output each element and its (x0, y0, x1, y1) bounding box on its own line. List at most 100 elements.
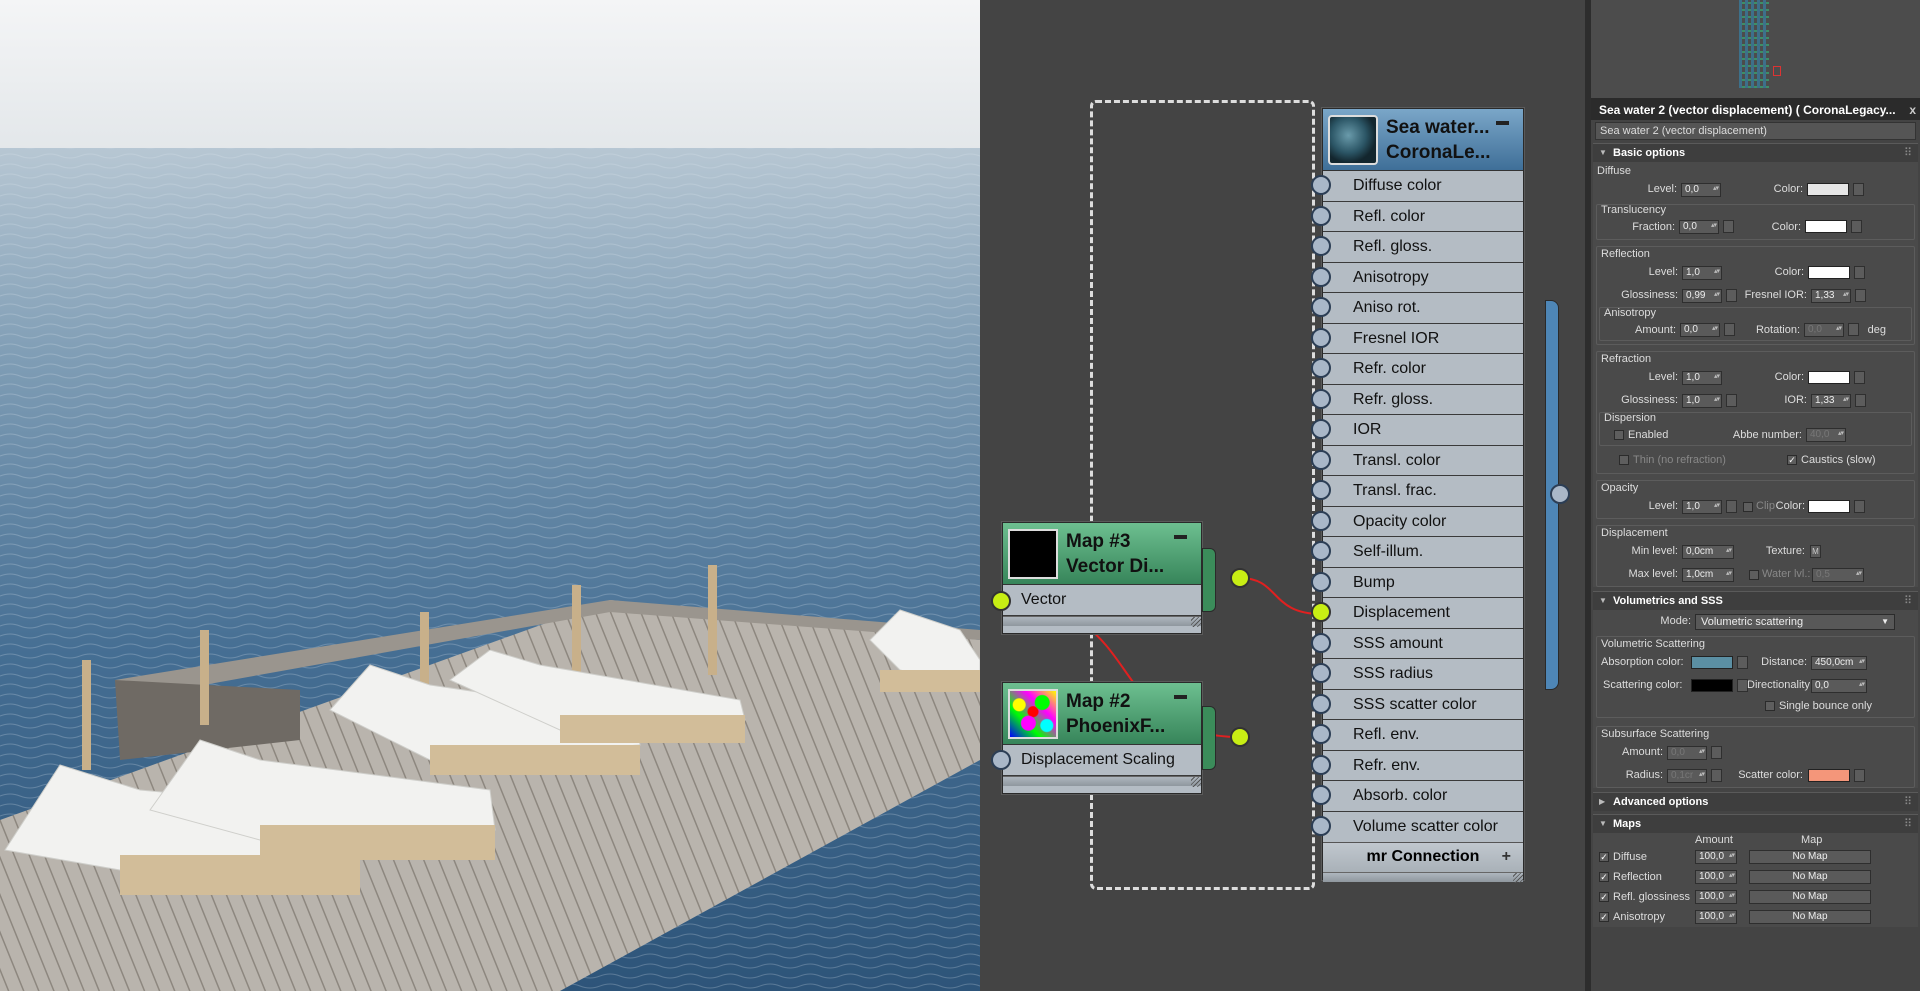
map-amount-spinner[interactable]: 100,0 (1695, 890, 1737, 904)
map3-slot-vector[interactable]: Vector (1003, 585, 1201, 616)
collapse-icon[interactable] (1174, 535, 1187, 539)
sea-node-output-socket[interactable] (1550, 484, 1570, 504)
absorption-distance-spinner[interactable]: 450,0cm (1811, 656, 1867, 670)
sea-slot-ior[interactable]: IOR (1311, 415, 1523, 446)
single-bounce-checkbox[interactable] (1765, 701, 1775, 711)
translucency-fraction-spinner[interactable]: 0,0 (1679, 220, 1719, 234)
sss-amount-map-button[interactable] (1711, 746, 1722, 759)
sea-slot-sss-amount[interactable]: SSS amount (1311, 629, 1523, 659)
map-enable-checkbox[interactable]: ✓ (1599, 852, 1609, 862)
rollout-header-maps[interactable]: Maps⠿ (1593, 815, 1918, 833)
map3-vector-displacement-node[interactable]: Map #3 Vector Di... Vector (1002, 522, 1202, 634)
opacity-color-swatch[interactable] (1808, 500, 1850, 513)
refraction-glossiness-spinner[interactable]: 1,0 (1682, 394, 1722, 408)
reflection-level-spinner[interactable]: 1,0 (1682, 266, 1722, 280)
displacement-min-level-spinner[interactable]: 0,0cm (1682, 545, 1734, 559)
input-socket[interactable] (1311, 236, 1331, 256)
collapse-icon[interactable] (1496, 121, 1509, 125)
sea-slot-transl-color[interactable]: Transl. color (1311, 446, 1523, 476)
map-enable-checkbox[interactable]: ✓ (1599, 872, 1609, 882)
opacity-color-map-button[interactable] (1854, 500, 1865, 513)
sea-slot-displacement[interactable]: Displacement (1311, 598, 1523, 629)
clip-checkbox[interactable] (1743, 502, 1753, 512)
opacity-level-spinner[interactable]: 1,0 (1682, 500, 1722, 514)
input-socket[interactable] (1311, 754, 1331, 775)
ior-map-button[interactable] (1855, 394, 1866, 407)
anisotropy-rotation-map-button[interactable] (1848, 323, 1859, 336)
rollout-header-advanced-options[interactable]: Advanced options⠿ (1593, 793, 1918, 811)
sea-slot-bump[interactable]: Bump (1311, 568, 1523, 598)
translucency-fraction-map-button[interactable] (1723, 220, 1734, 233)
sea-slot-aniso-rot[interactable]: Aniso rot. (1311, 293, 1523, 324)
map3-output-socket[interactable] (1230, 568, 1250, 588)
input-socket[interactable] (1311, 815, 1331, 836)
reflection-color-map-button[interactable] (1854, 266, 1865, 279)
refraction-ior-spinner[interactable]: 1,33 (1811, 394, 1851, 408)
sea-slot-anisotropy[interactable]: Anisotropy (1311, 263, 1523, 293)
input-socket[interactable] (1311, 693, 1331, 714)
sea-slot-absorb-color[interactable]: Absorb. color (1311, 781, 1523, 812)
diffuse-color-swatch[interactable] (1807, 183, 1849, 196)
sss-amount-spinner[interactable]: 0,0 (1667, 746, 1707, 760)
sea-slot-fresnel-ior[interactable]: Fresnel IOR (1311, 324, 1523, 354)
map2-header[interactable]: Map #2 PhoenixF... (1003, 683, 1201, 745)
slate-node-view[interactable]: Sea water... CoronaLe... Diffuse color Re… (980, 0, 1585, 991)
fresnel-ior-spinner[interactable]: 1,33 (1811, 289, 1851, 303)
map-enable-checkbox[interactable]: ✓ (1599, 912, 1609, 922)
displacement-max-level-spinner[interactable]: 1,0cm (1682, 568, 1734, 582)
displacement-texture-map-button[interactable]: M (1810, 545, 1821, 558)
panel-title-bar[interactable]: Sea water 2 (vector displacement) ( Coro… (1591, 100, 1920, 120)
input-socket[interactable] (1311, 602, 1331, 622)
reflection-gloss-map-button[interactable] (1726, 289, 1737, 302)
sea-slot-sss-radius[interactable]: SSS radius (1311, 659, 1523, 690)
material-parameter-editor[interactable]: Sea water 2 (vector displacement) ( Coro… (1585, 0, 1920, 991)
rollout-header-basic-options[interactable]: Basic options⠿ (1593, 144, 1918, 162)
sss-radius-spinner[interactable]: 0,1cr (1667, 769, 1707, 783)
input-socket[interactable] (1311, 632, 1331, 653)
input-socket[interactable] (1311, 449, 1331, 470)
input-socket[interactable] (1311, 571, 1331, 592)
material-name-field[interactable]: Sea water 2 (vector displacement) (1595, 122, 1916, 140)
expand-plus-icon[interactable]: + (1502, 843, 1511, 871)
anisotropy-amount-spinner[interactable]: 0,0 (1680, 323, 1720, 337)
refraction-level-spinner[interactable]: 1,0 (1682, 371, 1722, 385)
refraction-gloss-map-button[interactable] (1726, 394, 1737, 407)
scattering-color-swatch[interactable] (1691, 679, 1733, 692)
volumetric-mode-dropdown[interactable]: Volumetric scattering (1695, 614, 1895, 630)
input-socket[interactable] (1311, 480, 1331, 500)
refraction-color-swatch[interactable] (1808, 371, 1850, 384)
input-socket[interactable] (1311, 663, 1331, 683)
close-icon[interactable]: x (1909, 100, 1916, 120)
absorption-color-swatch[interactable] (1691, 656, 1733, 669)
thin-checkbox[interactable] (1619, 455, 1629, 465)
sea-slot-refr-gloss[interactable]: Refr. gloss. (1311, 385, 1523, 415)
sea-slot-volume-scatter-color[interactable]: Volume scatter color (1311, 812, 1523, 843)
sea-slot-diffuse-color[interactable]: Diffuse color (1311, 171, 1523, 202)
collapse-icon[interactable] (1174, 695, 1187, 699)
water-level-spinner[interactable]: 0,5 (1812, 568, 1864, 582)
translucency-color-swatch[interactable] (1805, 220, 1847, 233)
mr-connection-bar[interactable]: mr Connection + (1323, 842, 1523, 882)
input-socket[interactable] (1311, 358, 1331, 378)
sea-slot-transl-frac[interactable]: Transl. frac. (1311, 476, 1523, 507)
sea-slot-sss-scatter-color[interactable]: SSS scatter color (1311, 690, 1523, 720)
sea-slot-refl-env[interactable]: Refl. env. (1311, 720, 1523, 751)
map-slot-button[interactable]: No Map (1749, 890, 1871, 904)
sss-radius-map-button[interactable] (1711, 769, 1722, 782)
map-amount-spinner[interactable]: 100,0 (1695, 910, 1737, 924)
map-slot-button[interactable]: No Map (1749, 870, 1871, 884)
input-socket[interactable] (1311, 785, 1331, 805)
reflection-color-swatch[interactable] (1808, 266, 1850, 279)
map3-header[interactable]: Map #3 Vector Di... (1003, 523, 1201, 585)
diffuse-map-button[interactable] (1853, 183, 1864, 196)
input-socket[interactable] (1311, 327, 1331, 348)
input-socket[interactable] (1311, 541, 1331, 561)
input-socket[interactable] (1311, 388, 1331, 409)
fresnel-map-button[interactable] (1855, 289, 1866, 302)
map-slot-button[interactable]: No Map (1749, 910, 1871, 924)
sea-water-material-node[interactable]: Sea water... CoronaLe... Diffuse color Re… (1311, 108, 1524, 882)
opacity-map-button[interactable] (1726, 500, 1737, 513)
map-slot-button[interactable]: No Map (1749, 850, 1871, 864)
sea-slot-opacity-color[interactable]: Opacity color (1311, 507, 1523, 537)
translucency-color-map-button[interactable] (1851, 220, 1862, 233)
